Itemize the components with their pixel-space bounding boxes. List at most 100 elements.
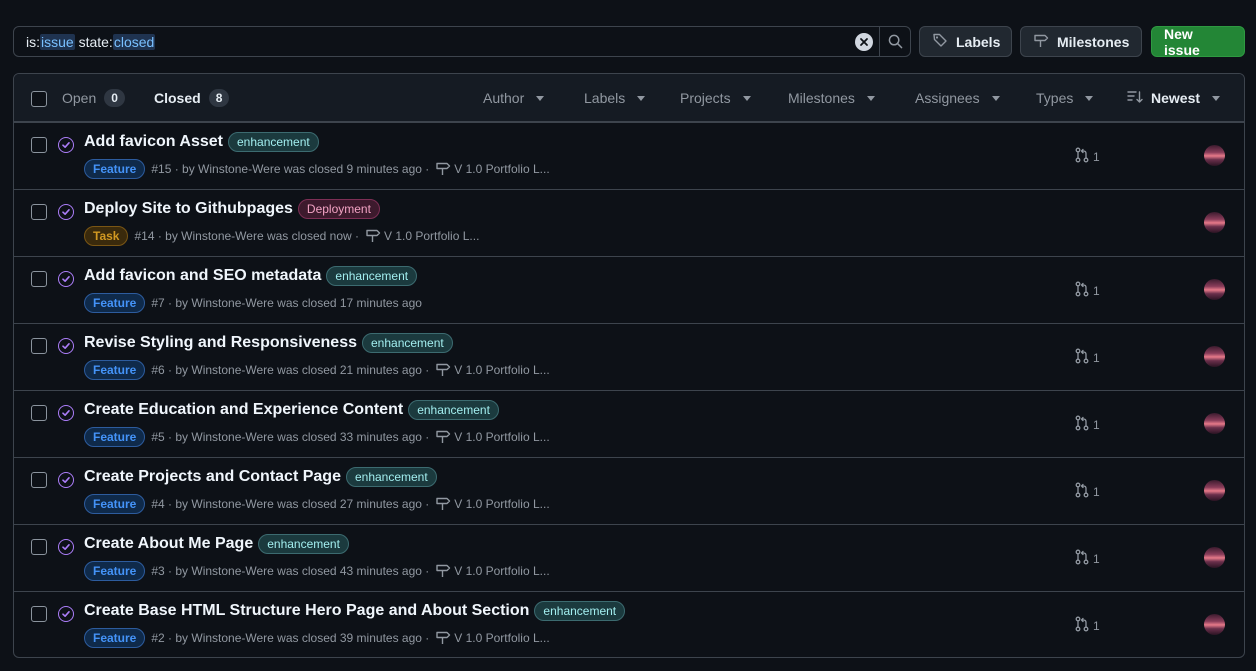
issue-type-badge[interactable]: Feature <box>84 628 146 648</box>
issue-title-line: Deploy Site to Githubpages Deployment <box>84 199 380 219</box>
issue-meta-text: #4 · by Winstone-Were was closed 27 minu… <box>151 497 430 511</box>
filter-labels[interactable]: Labels <box>584 74 646 122</box>
issue-label[interactable]: enhancement <box>345 467 437 487</box>
milestone-icon <box>435 562 451 581</box>
filter-assignees[interactable]: Assignees <box>915 74 1000 122</box>
issue-title-link[interactable]: Deploy Site to Githubpages <box>84 200 293 218</box>
filter-milestones[interactable]: Milestones <box>788 74 875 122</box>
pull-request-icon <box>1074 348 1090 367</box>
pull-request-icon <box>1074 616 1090 635</box>
issue-row[interactable]: Add favicon and SEO metadata enhancement F… <box>14 256 1244 323</box>
issue-label[interactable]: enhancement <box>534 601 626 621</box>
linked-pull-requests[interactable]: 1 <box>1074 415 1100 434</box>
chevron-down-icon <box>991 95 1000 101</box>
pull-request-icon <box>1074 549 1090 568</box>
issue-milestone[interactable]: V 1.0 Portfolio L... <box>435 361 550 380</box>
issue-title-link[interactable]: Create Education and Experience Content <box>84 401 403 419</box>
search-token: closed <box>112 33 156 50</box>
issue-label[interactable]: enhancement <box>228 132 319 152</box>
issue-type-badge[interactable]: Task <box>84 226 129 246</box>
linked-pull-requests[interactable]: 1 <box>1074 616 1100 635</box>
avatar[interactable] <box>1204 145 1225 166</box>
issue-title-link[interactable]: Create Base HTML Structure Hero Page and… <box>84 602 529 620</box>
tab-open-label: Open <box>62 90 97 106</box>
issue-title-link[interactable]: Create About Me Page <box>84 535 253 553</box>
issue-row[interactable]: Add favicon Asset enhancement Feature #15 ·… <box>14 122 1244 189</box>
issue-title-link[interactable]: Add favicon Asset <box>84 133 223 151</box>
avatar[interactable] <box>1204 614 1225 635</box>
issue-milestone[interactable]: V 1.0 Portfolio L... <box>435 562 550 581</box>
issue-row[interactable]: Revise Styling and Responsiveness enhance… <box>14 323 1244 390</box>
issue-title-link[interactable]: Add favicon and SEO metadata <box>84 267 321 285</box>
issue-label[interactable]: enhancement <box>326 266 418 286</box>
issue-milestone-label: V 1.0 Portfolio L... <box>454 363 550 377</box>
filter-types[interactable]: Types <box>1036 74 1094 122</box>
avatar[interactable] <box>1204 346 1225 367</box>
issue-row[interactable]: Create Education and Experience Content e… <box>14 390 1244 457</box>
issue-row[interactable]: Create Base HTML Structure Hero Page and… <box>14 591 1244 657</box>
tab-closed[interactable]: Closed 8 <box>154 74 230 122</box>
issue-label[interactable]: enhancement <box>258 534 349 554</box>
issue-checkbox[interactable] <box>31 204 47 220</box>
milestones-button-label: Milestones <box>1057 33 1130 50</box>
issue-checkbox[interactable] <box>31 137 47 153</box>
avatar[interactable] <box>1204 279 1225 300</box>
issue-checkbox[interactable] <box>31 472 47 488</box>
issue-meta: Feature #5 · by Winstone-Were was closed … <box>84 427 550 447</box>
issue-title-link[interactable]: Create Projects and Contact Page <box>84 468 341 486</box>
avatar[interactable] <box>1204 413 1225 434</box>
issue-milestone[interactable]: V 1.0 Portfolio L... <box>365 227 479 246</box>
issue-milestone[interactable]: V 1.0 Portfolio L... <box>435 495 550 514</box>
issue-type-badge[interactable]: Feature <box>84 159 146 179</box>
pull-request-icon <box>1074 415 1090 434</box>
issue-type-badge[interactable]: Feature <box>84 427 146 447</box>
issue-type-badge[interactable]: Feature <box>84 494 146 514</box>
linked-pull-requests[interactable]: 1 <box>1074 281 1100 300</box>
issue-checkbox[interactable] <box>31 539 47 555</box>
issue-type-badge[interactable]: Feature <box>84 561 146 581</box>
issue-row[interactable]: Create About Me Page enhancement Feature #3… <box>14 524 1244 591</box>
milestones-button[interactable]: Milestones <box>1020 26 1142 57</box>
linked-pull-requests[interactable]: 1 <box>1074 147 1100 166</box>
issue-title-line: Add favicon and SEO metadata enhancement <box>84 266 418 286</box>
avatar[interactable] <box>1204 480 1225 501</box>
issue-type-badge[interactable]: Feature <box>84 293 146 313</box>
linked-pull-requests[interactable]: 1 <box>1074 348 1100 367</box>
search-input[interactable]: is:issue state:closed <box>13 26 911 57</box>
issue-title-link[interactable]: Revise Styling and Responsiveness <box>84 334 357 352</box>
issue-label[interactable]: enhancement <box>362 333 453 353</box>
issue-checkbox[interactable] <box>31 405 47 421</box>
issue-label[interactable]: Deployment <box>297 199 380 219</box>
issue-checkbox[interactable] <box>31 606 47 622</box>
labels-button[interactable]: Labels <box>919 26 1012 57</box>
tab-open[interactable]: Open 0 <box>62 74 125 122</box>
issue-milestone[interactable]: V 1.0 Portfolio L... <box>435 160 550 179</box>
filter-author[interactable]: Author <box>483 74 545 122</box>
issue-milestone-label: V 1.0 Portfolio L... <box>454 564 550 578</box>
issue-type-badge[interactable]: Feature <box>84 360 146 380</box>
issue-checkbox[interactable] <box>31 338 47 354</box>
filter-projects[interactable]: Projects <box>680 74 751 122</box>
pr-count: 1 <box>1093 618 1100 633</box>
sort-dropdown[interactable]: Newest <box>1127 74 1221 122</box>
issue-row[interactable]: Create Projects and Contact Page enhancem… <box>14 457 1244 524</box>
avatar[interactable] <box>1204 212 1225 233</box>
closed-count-badge: 8 <box>208 89 230 107</box>
issue-milestone[interactable]: V 1.0 Portfolio L... <box>435 629 550 648</box>
avatar[interactable] <box>1204 547 1225 568</box>
issue-row[interactable]: Deploy Site to Githubpages Deployment Task… <box>14 189 1244 256</box>
search-icon[interactable] <box>879 27 910 56</box>
filter-author-label: Author <box>483 90 525 106</box>
tag-icon <box>932 32 948 51</box>
issue-meta: Feature #7 · by Winstone-Were was closed … <box>84 293 422 313</box>
issue-label[interactable]: enhancement <box>408 400 499 420</box>
x-circle-icon[interactable] <box>855 32 873 51</box>
linked-pull-requests[interactable]: 1 <box>1074 482 1100 501</box>
pr-count: 1 <box>1093 149 1100 164</box>
issue-milestone[interactable]: V 1.0 Portfolio L... <box>435 428 550 447</box>
search-query[interactable]: is:issue state:closed <box>14 33 855 50</box>
new-issue-button[interactable]: New issue <box>1151 26 1245 58</box>
select-all-checkbox[interactable] <box>31 91 47 107</box>
linked-pull-requests[interactable]: 1 <box>1074 549 1100 568</box>
issue-checkbox[interactable] <box>31 271 47 287</box>
